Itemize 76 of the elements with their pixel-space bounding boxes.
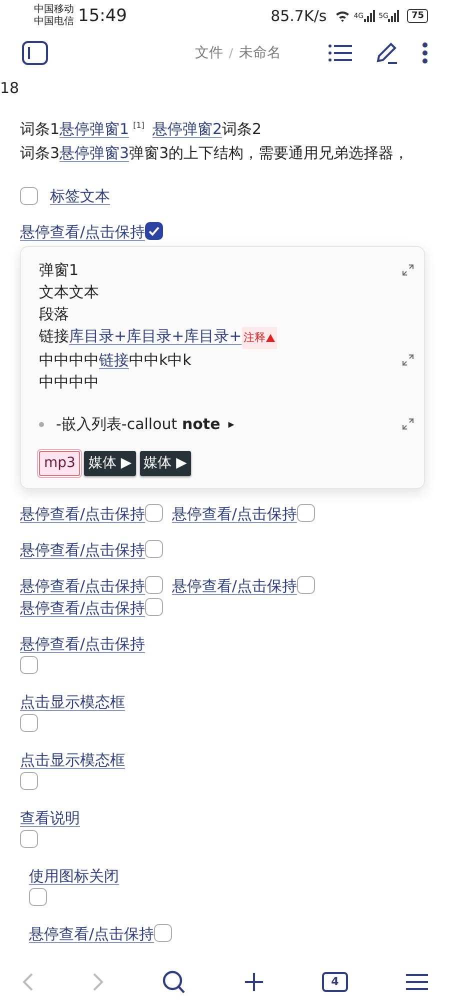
edit-icon[interactable] [376,42,398,64]
annotation-tag[interactable]: 注释 [242,327,277,349]
hover-link[interactable]: 悬停查看/点击保持 [20,599,146,617]
hover-link[interactable]: 点击显示模态框 [20,693,125,711]
body-text: 段落 [39,305,69,323]
text-link[interactable]: 链接 [99,351,129,369]
battery-level: 75 [407,9,428,23]
breadcrumb-item[interactable]: 文件 [194,42,223,64]
checkbox[interactable] [145,576,164,594]
text-link[interactable]: 悬停弹窗3 [60,144,130,162]
hover-link[interactable]: 查看说明 [20,809,80,827]
checkbox[interactable] [20,187,38,205]
checkbox[interactable] [154,924,172,942]
add-icon[interactable] [244,972,264,992]
checkbox[interactable] [145,504,164,522]
hover-link[interactable]: 悬停查看/点击保持 [172,577,297,595]
audio-button[interactable]: mp3 [39,451,80,476]
body-text: 词条1 [20,120,60,138]
body-text: 弹窗3的上下结构，需要通用兄弟选择器， [129,144,409,162]
checkbox[interactable] [20,656,38,674]
wifi-icon [334,10,350,22]
body-text: 中中中中 [39,351,99,369]
checkbox[interactable] [20,830,38,848]
expand-icon[interactable] [402,354,414,366]
hover-link[interactable]: 悬停查看/点击保持 [20,223,146,241]
body-text: 词条2 [222,120,262,138]
hover-link[interactable]: 悬停查看/点击保持 [172,505,297,523]
breadcrumb-separator: / [228,45,234,62]
more-icon[interactable] [422,42,428,64]
body-text: 词条3 [20,144,60,162]
media-button[interactable]: 媒体 ▶ [84,451,136,476]
checkbox[interactable] [296,576,315,594]
hover-link[interactable]: 点击显示模态框 [20,751,125,769]
footnote-mark[interactable]: [1] [133,121,144,130]
list-item-text: -嵌入列表-callout note [56,414,220,435]
line-number: 18 [0,78,20,99]
carrier-name: 中国移动 [34,4,74,16]
signal-icon [364,10,375,22]
media-button[interactable]: 媒体 ▶ [140,451,191,476]
hover-link[interactable]: 悬停查看/点击保持 [20,635,146,653]
body-text: 中中k中k [129,351,192,369]
checkbox[interactable] [296,504,315,522]
checkbox[interactable] [29,888,47,906]
hover-link[interactable]: 悬停查看/点击保持 [20,577,146,595]
task-label[interactable]: 标签文本 [50,185,110,207]
search-icon[interactable] [162,970,186,994]
text-link[interactable]: 悬停弹窗1 [60,120,130,138]
expand-icon[interactable] [402,418,414,430]
hover-link[interactable]: 悬停查看/点击保持 [29,925,154,943]
checkbox[interactable] [20,772,38,790]
checkbox[interactable] [145,222,164,240]
carrier-name: 中国电信 [34,16,74,28]
bullet-icon [39,422,44,426]
body-text: 中中中中 [39,373,99,391]
text-link[interactable]: 库目录+库目录+库目录+ [69,327,242,345]
hover-link[interactable]: 使用图标关闭 [29,867,119,885]
list-icon[interactable] [328,44,352,62]
clock-time: 15:49 [78,8,127,24]
sidebar-toggle-icon[interactable] [22,41,48,65]
checkbox[interactable] [145,540,164,558]
checkbox[interactable] [145,598,164,616]
body-text: 文本文本 [39,283,99,301]
warning-icon [266,334,275,342]
body-text: 链接 [39,327,69,345]
network-speed: 85.7K/s [270,6,327,27]
toggle-icon[interactable]: ▸ [228,413,234,435]
hover-link[interactable]: 悬停查看/点击保持 [20,541,146,559]
expand-icon[interactable] [402,264,414,276]
signal-icon [388,10,400,22]
tab-count[interactable]: 4 [322,972,348,992]
checkbox[interactable] [20,714,38,732]
text-link[interactable]: 悬停弹窗2 [152,120,222,138]
menu-icon[interactable] [406,973,428,991]
breadcrumb-item[interactable]: 未命名 [239,42,282,64]
hover-link[interactable]: 悬停查看/点击保持 [20,505,146,523]
body-text: 弹窗1 [39,261,79,279]
